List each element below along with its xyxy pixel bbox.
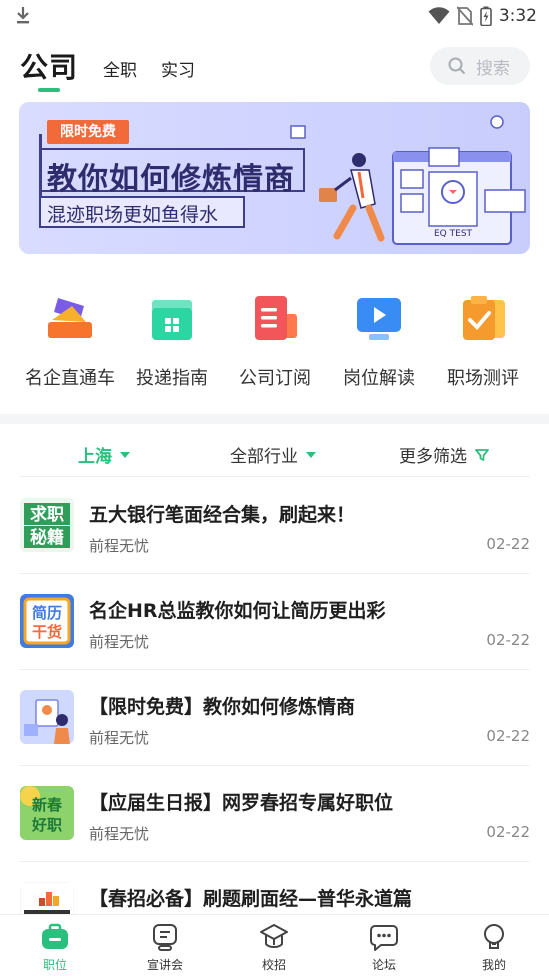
article-date: 02-22 (486, 535, 530, 553)
tab-internship[interactable]: 实习 (161, 56, 195, 81)
industry-filter[interactable]: 全部行业 (230, 442, 316, 467)
filter-divider (19, 476, 530, 477)
battery-icon (480, 6, 492, 26)
top-navigation: 公司 全职 实习 搜索 (0, 40, 549, 96)
search-icon (448, 57, 466, 75)
promo-banner[interactable]: 限时免费 教你如何修炼情商 混迹职场更如鱼得水 EQ TEST (19, 102, 530, 254)
graduation-cap-icon (260, 924, 288, 948)
profile-icon (484, 924, 504, 949)
list-item[interactable]: 【限时免费】教你如何修炼情商 前程无忧 02-22 (0, 670, 549, 766)
video-play-icon (357, 298, 401, 340)
clipboard-check-icon (463, 296, 505, 340)
quick-link-career-assessment[interactable]: 职场测评 (428, 284, 538, 394)
bottom-navigation: 职位 宣讲会 校招 论坛 我的 (0, 914, 549, 976)
no-sim-icon (456, 6, 473, 26)
city-filter[interactable]: 上海 (78, 442, 130, 467)
nav-label: 我的 (481, 958, 506, 972)
wifi-icon (428, 7, 450, 24)
dropdown-arrow-icon (306, 451, 316, 458)
svg-text:求职: 求职 (30, 504, 64, 525)
nav-forum[interactable]: 论坛 (329, 915, 439, 976)
banner-title: 教你如何修炼情商 (47, 162, 295, 197)
article-date: 02-22 (486, 823, 530, 841)
presentation-icon (153, 924, 177, 951)
status-time: 3:32 (498, 6, 537, 26)
article-source: 前程无忧 (89, 825, 150, 843)
nav-label: 校招 (261, 958, 286, 972)
article-title: 【限时免费】教你如何修炼情商 (89, 696, 356, 718)
briefcase-icon (42, 923, 68, 949)
article-source: 前程无忧 (89, 537, 150, 555)
nav-profile[interactable]: 我的 (439, 915, 549, 976)
list-item[interactable]: 简历 干货 名企HR总监教你如何让简历更出彩 前程无忧 02-22 (0, 574, 549, 670)
eq-test-label: EQ TEST (434, 229, 473, 239)
article-thumbnail: 求职 秘籍 (20, 498, 74, 552)
quick-link-famous-companies[interactable]: 名企直通车 (15, 284, 125, 394)
chat-bubble-icon (370, 925, 398, 951)
nav-jobs[interactable]: 职位 (0, 915, 110, 976)
svg-text:简历: 简历 (32, 604, 62, 622)
banner-subtitle: 混迹职场更如鱼得水 (47, 204, 219, 226)
nav-label: 宣讲会 (146, 958, 183, 972)
more-filters[interactable]: 更多筛选 (399, 442, 489, 467)
city-filter-label: 上海 (78, 447, 112, 467)
download-icon (17, 7, 29, 24)
quick-links: 名企直通车 投递指南 公司订阅 岗位解读 职场测评 (0, 284, 549, 394)
banner-illustration: EQ TEST (290, 115, 526, 245)
list-item[interactable]: 新春 好职 【应届生日报】网罗春招专属好职位 前程无忧 02-22 (0, 766, 549, 862)
quick-link-label: 公司订阅 (239, 368, 311, 389)
active-tab-indicator (38, 88, 60, 92)
filter-bar: 上海 全部行业 更多筛选 (0, 430, 549, 477)
article-thumbnail: 新春 好职 (20, 786, 74, 840)
quick-link-application-guide[interactable]: 投递指南 (117, 284, 227, 394)
search-box[interactable]: 搜索 (430, 47, 530, 85)
quick-link-label: 岗位解读 (343, 368, 415, 389)
more-filters-label: 更多筛选 (399, 447, 467, 467)
nav-presentations[interactable]: 宣讲会 (110, 915, 220, 976)
funnel-icon (475, 448, 489, 461)
article-source: 前程无忧 (89, 633, 150, 651)
tab-company[interactable]: 公司 (20, 46, 78, 86)
ticket-icon (48, 298, 92, 338)
svg-text:干货: 干货 (32, 623, 62, 641)
tab-fulltime[interactable]: 全职 (103, 56, 137, 81)
list-item[interactable]: 求职 秘籍 五大银行笔面经合集，刷起来！ 前程无忧 02-22 (0, 478, 549, 574)
svg-text:秘籍: 秘籍 (30, 527, 64, 548)
article-date: 02-22 (486, 727, 530, 745)
article-thumbnail: 简历 干货 (20, 594, 74, 648)
nav-label: 论坛 (371, 958, 396, 972)
industry-filter-label: 全部行业 (230, 447, 298, 467)
dropdown-arrow-icon (120, 451, 130, 458)
article-title: 【应届生日报】网罗春招专属好职位 (89, 792, 394, 814)
article-thumbnail (20, 690, 74, 744)
article-title: 五大银行笔面经合集，刷起来！ (89, 504, 356, 526)
quick-link-label: 职场测评 (447, 368, 519, 389)
article-date: 02-22 (486, 631, 530, 649)
section-separator (0, 414, 549, 424)
search-placeholder: 搜索 (476, 58, 510, 79)
article-source: 前程无忧 (89, 729, 150, 747)
shopping-bag-icon (152, 300, 192, 340)
svg-text:好职: 好职 (31, 816, 62, 834)
article-title: 【春招必备】刷题刷面经—普华永道篇 (89, 888, 413, 910)
quick-link-company-subscription[interactable]: 公司订阅 (220, 284, 330, 394)
quick-link-job-interpretation[interactable]: 岗位解读 (324, 284, 434, 394)
document-list-icon (255, 296, 297, 340)
nav-campus-recruiting[interactable]: 校招 (219, 915, 329, 976)
nav-label: 职位 (42, 958, 67, 972)
quick-link-label: 投递指南 (136, 368, 208, 389)
svg-text:新春: 新春 (32, 796, 62, 814)
quick-link-label: 名企直通车 (25, 368, 115, 389)
article-title: 名企HR总监教你如何让简历更出彩 (89, 600, 386, 622)
free-badge: 限时免费 (47, 120, 129, 144)
status-bar: 3:32 (0, 0, 549, 32)
